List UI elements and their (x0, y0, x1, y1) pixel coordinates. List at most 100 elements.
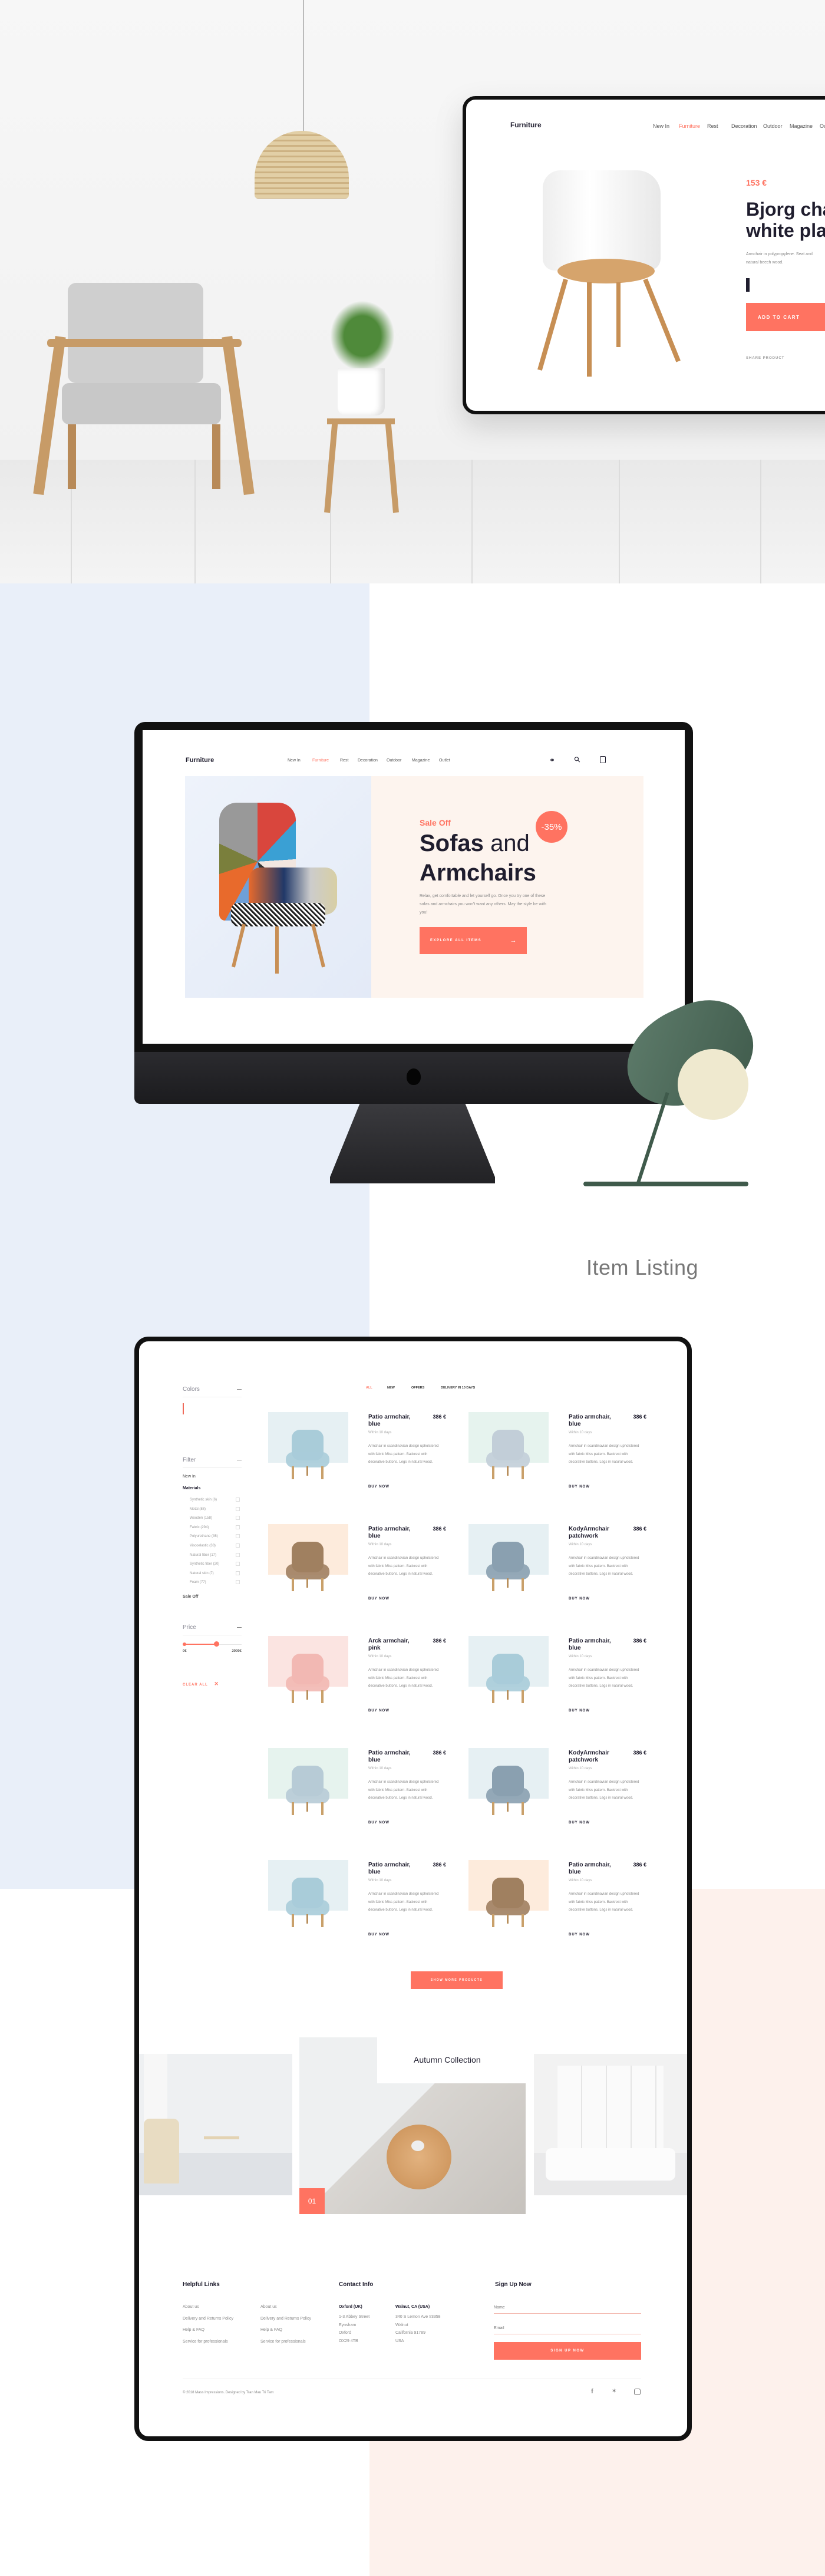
product-name[interactable]: Patio armchair, blue (368, 1862, 421, 1876)
buy-now-link[interactable]: BUY NOW (569, 1485, 590, 1489)
price-slider-min-handle[interactable] (183, 1642, 186, 1646)
checkbox[interactable] (236, 1580, 240, 1585)
name-input[interactable] (494, 2302, 641, 2314)
checkbox[interactable] (236, 1571, 240, 1575)
product-name[interactable]: Patio armchair, blue (368, 1750, 421, 1764)
nav-item-rest[interactable]: Rest (340, 758, 348, 763)
share-product-link[interactable]: SHARE PRODUCT (746, 357, 784, 360)
checkbox[interactable] (236, 1516, 240, 1520)
material-filter-option[interactable]: Fabric (294) (190, 1525, 240, 1529)
twitter-icon[interactable]: ✶ (612, 2388, 616, 2394)
material-filter-option[interactable]: Synthetic fiber (20) (190, 1562, 240, 1566)
nav-item-decoration[interactable]: Decoration (731, 123, 757, 129)
footer-link[interactable]: Service for professionals (183, 2340, 228, 2344)
nav-item-outdoor[interactable]: Outdoor (387, 758, 401, 763)
colors-heading[interactable]: Colors (183, 1386, 242, 1393)
nav-item-rest[interactable]: Rest (707, 123, 718, 129)
checkbox[interactable] (236, 1498, 240, 1502)
checkbox[interactable] (236, 1534, 240, 1539)
product-name[interactable]: KodyArmchair patchwork (569, 1750, 622, 1764)
checkbox[interactable] (236, 1506, 240, 1511)
email-input[interactable] (494, 2323, 641, 2334)
filter-heading[interactable]: Filter (183, 1457, 242, 1463)
user-icon[interactable]: ⚭ (549, 756, 555, 764)
search-icon[interactable]: ⚲ (572, 754, 583, 765)
instagram-icon[interactable] (634, 2389, 641, 2395)
product-chair-image[interactable] (281, 1764, 334, 1823)
color-swatch[interactable] (746, 278, 750, 292)
product-chair-image[interactable] (481, 1653, 534, 1711)
explore-all-items-button[interactable]: EXPLORE ALL ITEMS → (420, 927, 527, 954)
material-filter-option[interactable]: Wooden (158) (190, 1516, 240, 1520)
filter-new-in[interactable]: New In (183, 1475, 196, 1479)
product-name[interactable]: KodyArmchair patchwork (569, 1526, 622, 1540)
materials-heading[interactable]: Materials (183, 1486, 200, 1490)
footer-link[interactable]: About us (260, 2305, 277, 2309)
nav-item-furniture[interactable]: Furniture (312, 758, 329, 763)
footer-link[interactable]: Service for professionals (260, 2340, 306, 2344)
nav-item-ou[interactable]: Ou (820, 123, 825, 129)
product-name[interactable]: Patio armchair, blue (368, 1526, 421, 1540)
checkbox[interactable] (236, 1525, 240, 1529)
footer-link[interactable]: Help & FAQ (183, 2328, 204, 2332)
material-filter-option[interactable]: Polyurethane (35) (190, 1534, 240, 1539)
sign-up-button[interactable]: SIGN UP NOW (494, 2342, 641, 2360)
buy-now-link[interactable]: BUY NOW (569, 1709, 590, 1713)
filter-sale-off[interactable]: Sale Off (183, 1595, 198, 1599)
checkbox[interactable] (236, 1543, 240, 1548)
product-chair-image[interactable] (481, 1876, 534, 1935)
material-filter-option[interactable]: Natural fiber (17) (190, 1552, 240, 1557)
product-name[interactable]: Patio armchair, blue (569, 1862, 622, 1876)
product-chair-image[interactable] (281, 1429, 334, 1487)
product-chair-image[interactable] (481, 1429, 534, 1487)
material-filter-option[interactable]: Foam (77) (190, 1580, 240, 1585)
show-more-products-button[interactable]: SHOW MORE PRODUCTS (411, 1971, 503, 1989)
product-name[interactable]: Arck armchair, pink (368, 1638, 421, 1652)
add-to-cart-button[interactable]: ADD TO CART (746, 303, 825, 331)
buy-now-link[interactable]: BUY NOW (569, 1933, 590, 1937)
product-chair-image[interactable] (481, 1541, 534, 1599)
material-filter-option[interactable]: Natural skin (7) (190, 1571, 240, 1575)
color-filter-swatch[interactable] (183, 1403, 184, 1414)
nav-item-magazine[interactable]: Magazine (412, 758, 430, 763)
product-chair-image[interactable] (281, 1876, 334, 1935)
tab-all[interactable]: ALL (366, 1386, 372, 1390)
footer-link[interactable]: About us (183, 2305, 199, 2309)
material-filter-option[interactable]: Viscoelastic (38) (190, 1543, 240, 1548)
buy-now-link[interactable]: BUY NOW (368, 1597, 390, 1601)
tab-new[interactable]: NEW (387, 1386, 395, 1390)
footer-link[interactable]: Help & FAQ (260, 2328, 282, 2332)
product-name[interactable]: Patio armchair, blue (368, 1414, 421, 1428)
footer-link[interactable]: Delivery and Returns Policy (260, 2317, 311, 2321)
price-slider-max-handle[interactable] (214, 1641, 219, 1647)
nav-item-furniture[interactable]: Furniture (679, 123, 700, 129)
nav-item-new-in[interactable]: New In (653, 123, 669, 129)
clear-all-button[interactable]: CLEAR ALL ✕ (183, 1681, 219, 1687)
product-chair-image[interactable] (281, 1541, 334, 1599)
buy-now-link[interactable]: BUY NOW (368, 1933, 390, 1937)
nav-item-outlet[interactable]: Outlet (439, 758, 450, 763)
price-heading[interactable]: Price (183, 1624, 242, 1631)
material-filter-option[interactable]: Metal (88) (190, 1506, 240, 1511)
buy-now-link[interactable]: BUY NOW (368, 1821, 390, 1825)
tab-delivery-in-10-days[interactable]: DELIVERY IN 10 DAYS (441, 1386, 475, 1390)
product-name[interactable]: Patio armchair, blue (569, 1414, 622, 1428)
buy-now-link[interactable]: BUY NOW (569, 1821, 590, 1825)
product-chair-image[interactable] (481, 1764, 534, 1823)
tab-offers[interactable]: OFFERS (411, 1386, 424, 1390)
checkbox[interactable] (236, 1552, 240, 1557)
facebook-icon[interactable]: f (591, 2388, 593, 2395)
nav-item-magazine[interactable]: Magazine (790, 123, 813, 129)
buy-now-link[interactable]: BUY NOW (569, 1597, 590, 1601)
nav-item-decoration[interactable]: Decoration (358, 758, 378, 763)
nav-item-new-in[interactable]: New In (288, 758, 301, 763)
checkbox[interactable] (236, 1562, 240, 1566)
nav-item-outdoor[interactable]: Outdoor (763, 123, 783, 129)
buy-now-link[interactable]: BUY NOW (368, 1485, 390, 1489)
product-chair-image[interactable] (281, 1653, 334, 1711)
buy-now-link[interactable]: BUY NOW (368, 1709, 390, 1713)
product-name[interactable]: Patio armchair, blue (569, 1638, 622, 1652)
bag-icon[interactable] (600, 756, 606, 763)
footer-link[interactable]: Delivery and Returns Policy (183, 2317, 233, 2321)
material-filter-option[interactable]: Synthetic skin (6) (190, 1498, 240, 1502)
